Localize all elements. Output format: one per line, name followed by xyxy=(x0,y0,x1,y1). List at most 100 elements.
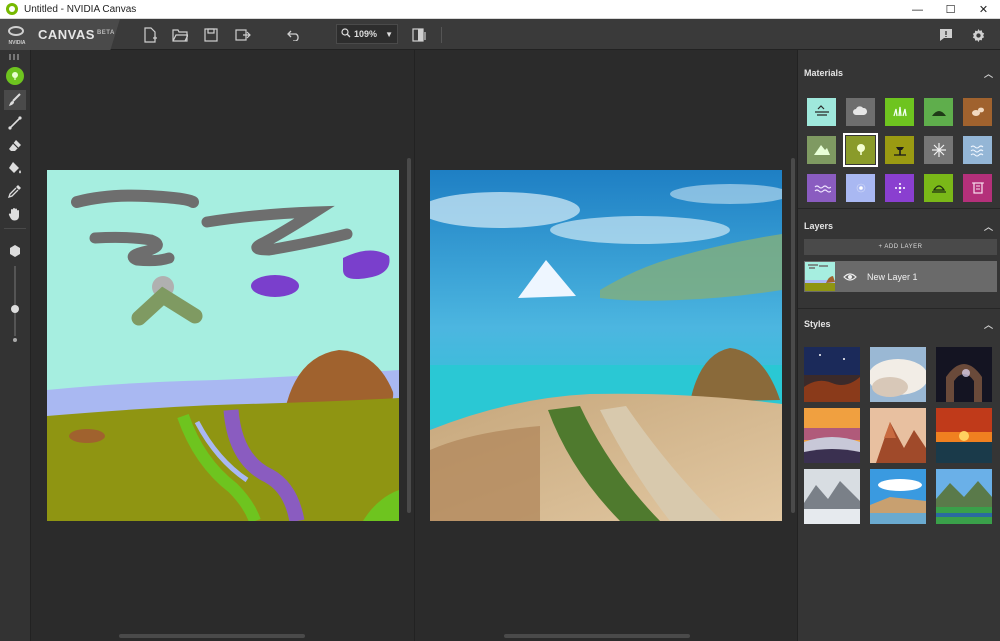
grass-icon xyxy=(892,106,907,117)
eraser-tool[interactable] xyxy=(4,136,26,156)
layer-thumbnail xyxy=(805,262,835,291)
style-arch-stars-thumbnail[interactable] xyxy=(936,347,992,402)
new-file-icon[interactable] xyxy=(140,25,160,45)
hexagon-icon xyxy=(10,245,20,257)
line-icon xyxy=(8,116,22,130)
hand-icon xyxy=(8,208,19,221)
zoom-value: 109% xyxy=(354,29,378,39)
style-green-valley-thumbnail[interactable] xyxy=(936,469,992,524)
style-blue-sky-cliffs-thumbnail[interactable] xyxy=(870,469,926,524)
chevron-up-icon: ︿ xyxy=(983,319,993,330)
style-clouds-thumbnail[interactable] xyxy=(870,347,926,402)
cloud-icon xyxy=(852,106,867,115)
tool-strip xyxy=(0,50,31,641)
style-sunset-fog-thumbnail[interactable] xyxy=(804,408,860,463)
brush-size-slider[interactable] xyxy=(14,266,16,336)
segmentation-canvas[interactable] xyxy=(47,170,399,521)
toolbar-divider xyxy=(441,27,442,43)
left-vertical-scrollbar[interactable] xyxy=(407,158,411,513)
layer-item[interactable]: New Layer 1 xyxy=(804,261,997,292)
right-vertical-scrollbar[interactable] xyxy=(791,158,795,513)
add-layer-button[interactable]: + ADD LAYER xyxy=(804,239,997,255)
style-red-rocks-thumbnail[interactable] xyxy=(870,408,926,463)
app-toolbar: NVIDIA CANVAS BETA 109% ▼ xyxy=(0,19,1000,50)
material-grass-button[interactable] xyxy=(885,98,914,126)
hill-icon xyxy=(931,111,946,116)
material-bush-button[interactable] xyxy=(885,136,914,164)
material-sand-button[interactable] xyxy=(924,174,953,202)
material-tree-button[interactable] xyxy=(843,133,878,167)
compare-view-icon[interactable] xyxy=(410,25,430,45)
brush-shape-button[interactable] xyxy=(4,241,26,261)
brush-size-min-icon xyxy=(13,338,17,342)
style-desert-night-thumbnail[interactable] xyxy=(804,347,860,402)
close-button[interactable]: ✕ xyxy=(967,0,1000,19)
chevron-up-icon: ︿ xyxy=(983,68,993,79)
export-icon[interactable] xyxy=(233,25,253,45)
fill-tool[interactable] xyxy=(4,158,26,178)
section-divider xyxy=(798,208,1000,209)
app-icon xyxy=(6,3,18,15)
right-panel: Materials ︿ Layers ︿ + ADD LAYER New Lay… xyxy=(797,50,1000,641)
app-name: CANVAS BETA xyxy=(38,27,115,42)
sea-icon xyxy=(970,145,983,157)
brush-tool[interactable] xyxy=(4,90,26,110)
layers-title: Layers xyxy=(804,221,834,231)
sand-icon xyxy=(931,185,946,193)
chevron-up-icon: ︿ xyxy=(983,221,993,232)
material-rock-button[interactable] xyxy=(963,98,992,126)
material-swatch-icon xyxy=(6,67,24,85)
drag-handle-icon[interactable] xyxy=(9,54,21,60)
layer-name: New Layer 1 xyxy=(867,271,918,282)
layers-header[interactable]: Layers ︿ xyxy=(798,217,1000,235)
maximize-button[interactable]: ☐ xyxy=(934,0,967,19)
flower-icon xyxy=(894,183,905,193)
river-icon xyxy=(814,185,831,193)
fog-icon xyxy=(856,183,865,193)
tool-divider xyxy=(4,228,26,229)
nvidia-logo: NVIDIA xyxy=(4,24,30,46)
search-icon xyxy=(341,28,351,40)
section-divider xyxy=(798,308,1000,309)
brush-size-slider-handle[interactable] xyxy=(11,305,19,313)
chevron-down-icon: ▼ xyxy=(385,29,393,39)
styles-title: Styles xyxy=(804,319,831,329)
window-title: Untitled - NVIDIA Canvas xyxy=(24,3,137,15)
water-icon xyxy=(814,105,829,116)
generated-image xyxy=(430,170,782,521)
open-folder-icon[interactable] xyxy=(170,25,190,45)
beta-badge: BETA xyxy=(96,29,115,36)
material-building-button[interactable] xyxy=(963,174,992,202)
eyedropper-tool[interactable] xyxy=(4,181,26,201)
material-snow-button[interactable] xyxy=(924,136,953,164)
materials-header[interactable]: Materials ︿ xyxy=(798,64,1000,82)
feedback-icon[interactable] xyxy=(936,25,956,45)
right-horizontal-scrollbar[interactable] xyxy=(504,634,690,638)
bush-icon xyxy=(893,147,906,156)
material-flower-button[interactable] xyxy=(885,174,914,202)
rock-icon xyxy=(971,107,984,116)
undo-icon[interactable] xyxy=(284,25,304,45)
material-hill-button[interactable] xyxy=(924,98,953,126)
styles-header[interactable]: Styles ︿ xyxy=(798,315,1000,333)
material-river-button[interactable] xyxy=(807,174,836,202)
minimize-button[interactable]: — xyxy=(901,0,934,19)
brand-block: NVIDIA CANVAS BETA xyxy=(0,19,120,50)
style-ocean-sunset-thumbnail[interactable] xyxy=(936,408,992,463)
left-horizontal-scrollbar[interactable] xyxy=(119,634,305,638)
paint-bucket-icon xyxy=(9,162,21,174)
material-fog-button[interactable] xyxy=(846,174,875,202)
material-cloud-button[interactable] xyxy=(846,98,875,126)
material-water-button[interactable] xyxy=(807,98,836,126)
material-swatch-button[interactable] xyxy=(4,66,26,86)
gear-icon[interactable] xyxy=(968,25,988,45)
pan-tool[interactable] xyxy=(4,204,26,224)
material-mountain-button[interactable] xyxy=(807,136,836,164)
zoom-select[interactable]: 109% ▼ xyxy=(336,24,398,44)
building-icon xyxy=(971,182,984,194)
eye-icon[interactable] xyxy=(843,272,857,282)
material-sea-button[interactable] xyxy=(963,136,992,164)
line-tool[interactable] xyxy=(4,113,26,133)
style-misty-peaks-thumbnail[interactable] xyxy=(804,469,860,524)
save-icon[interactable] xyxy=(201,25,221,45)
